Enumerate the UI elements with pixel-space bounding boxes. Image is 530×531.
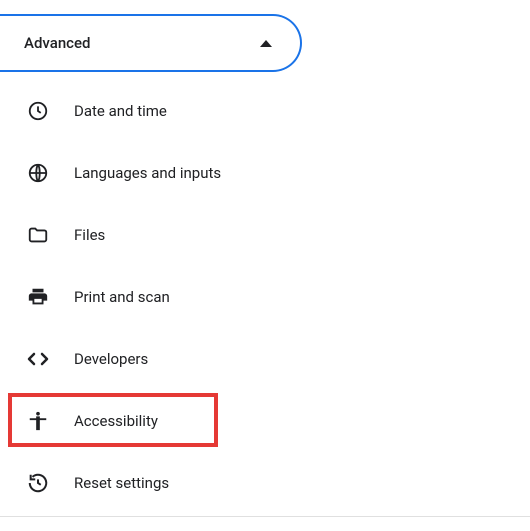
advanced-section-header[interactable]: Advanced [0, 14, 302, 72]
menu-item-label: Files [74, 226, 105, 244]
advanced-menu-list: Date and time Languages and inputs Files [0, 72, 530, 514]
menu-item-label: Print and scan [74, 288, 170, 306]
collapse-icon [260, 40, 272, 47]
code-icon [26, 347, 50, 371]
menu-item-accessibility[interactable]: Accessibility [0, 390, 530, 452]
menu-item-label: Date and time [74, 102, 167, 120]
menu-item-label: Accessibility [74, 412, 158, 430]
menu-item-label: Developers [74, 350, 148, 368]
menu-item-files[interactable]: Files [0, 204, 530, 266]
menu-item-label: Reset settings [74, 474, 169, 492]
accessibility-icon [26, 409, 50, 433]
advanced-label: Advanced [24, 34, 90, 52]
menu-item-languages[interactable]: Languages and inputs [0, 142, 530, 204]
menu-item-label: Languages and inputs [74, 164, 221, 182]
menu-item-developers[interactable]: Developers [0, 328, 530, 390]
menu-item-reset-settings[interactable]: Reset settings [0, 452, 530, 514]
globe-icon [26, 161, 50, 185]
reset-icon [26, 471, 50, 495]
printer-icon [26, 285, 50, 309]
folder-icon [26, 223, 50, 247]
clock-icon [26, 99, 50, 123]
menu-item-print-scan[interactable]: Print and scan [0, 266, 530, 328]
menu-item-date-time[interactable]: Date and time [0, 80, 530, 142]
